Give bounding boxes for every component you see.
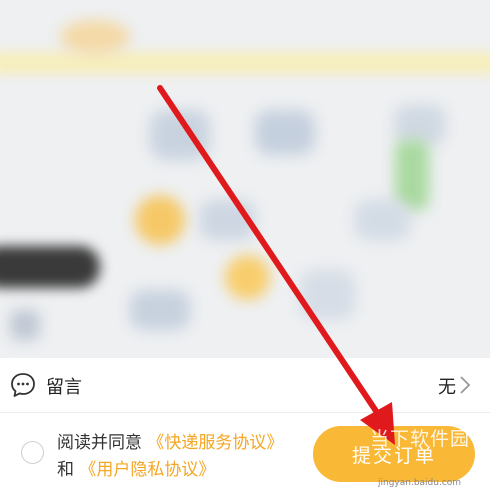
map-building-blob — [255, 110, 315, 155]
agreement-prefix: 阅读并同意 — [57, 433, 142, 453]
watermark-url: jingyan.baidu.com — [378, 478, 462, 488]
chat-bubble-icon — [11, 373, 35, 397]
map-green-blob — [395, 140, 429, 210]
agreement-text: 阅读并同意 《快递服务协议》 和 《用户隐私协议》 — [57, 430, 297, 484]
agreement-conjunction: 和 — [57, 460, 74, 480]
map-road-band — [0, 52, 490, 74]
privacy-agreement-link[interactable]: 《用户隐私协议》 — [79, 460, 215, 480]
map-building-blob — [10, 310, 40, 340]
map-building-blob — [355, 200, 410, 240]
message-value: 无 — [438, 377, 456, 398]
watermark-title: 当下软件园 — [370, 428, 471, 450]
map-orange-blob — [225, 255, 270, 300]
map-dark-pill — [0, 246, 100, 288]
map-building-blob — [395, 105, 445, 145]
map-building-blob — [130, 290, 190, 330]
agree-checkbox[interactable] — [21, 441, 44, 464]
map-building-blob — [200, 200, 255, 240]
message-label: 留言 — [46, 377, 82, 398]
map-building-blob — [150, 110, 210, 160]
chevron-right-icon — [460, 376, 471, 394]
message-row[interactable]: 留言 无 — [0, 358, 490, 413]
map-marker-blob — [60, 20, 130, 54]
service-agreement-link[interactable]: 《快递服务协议》 — [147, 433, 283, 453]
map-background — [0, 0, 490, 358]
map-orange-blob — [135, 195, 185, 245]
map-building-blob — [300, 270, 355, 320]
